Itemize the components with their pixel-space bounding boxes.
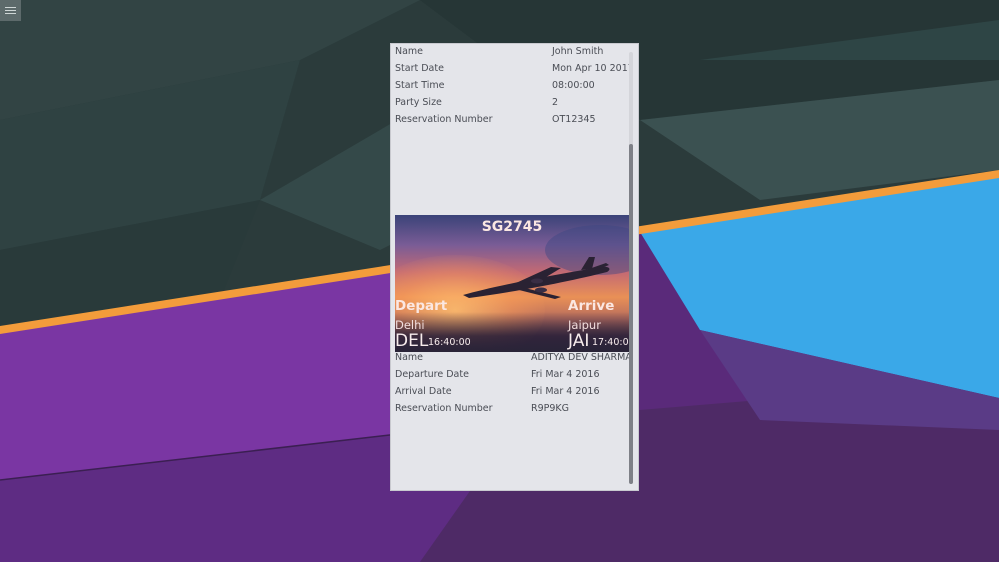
hamburger-menu-icon	[5, 6, 16, 15]
detail-label: Start Date	[395, 63, 444, 74]
arrive-time: 17:40:00	[592, 337, 629, 348]
detail-value: Mon Apr 10 2017	[552, 63, 634, 74]
arrive-airport-code: JAI	[568, 331, 590, 351]
detail-value: R9P9KG	[531, 403, 570, 414]
detail-value: Fri Mar 4 2016	[531, 369, 600, 380]
flight-ticket-banner: SG2745 Depart Arrive Delhi Jaipur DEL 16…	[395, 215, 629, 352]
detail-value: OT12345	[552, 114, 596, 125]
detail-value: 2	[552, 97, 559, 108]
detail-label: Departure Date	[395, 369, 469, 380]
detail-label: Name	[395, 352, 424, 363]
reservations-panel[interactable]: Name John Smith Start Date Mon Apr 10 20…	[390, 43, 639, 491]
depart-airport-code: DEL	[395, 331, 429, 351]
detail-label: Reservation Number	[395, 403, 493, 414]
flight-number: SG2745	[481, 219, 543, 235]
detail-value: 08:00:00	[552, 80, 595, 91]
depart-heading: Depart	[395, 298, 448, 314]
detail-value: ADITYA DEV SHARMA	[531, 352, 632, 363]
detail-label: Reservation Number	[395, 114, 493, 125]
depart-city: Delhi	[395, 318, 425, 332]
detail-label: Name	[395, 46, 424, 57]
detail-value: Fri Mar 4 2016	[531, 386, 600, 397]
arrive-city: Jaipur	[568, 318, 601, 332]
depart-time: 16:40:00	[428, 337, 471, 348]
application-menu-button[interactable]	[0, 0, 21, 21]
detail-label: Start Time	[395, 80, 445, 91]
detail-value: John Smith	[552, 46, 604, 57]
airplane-icon	[463, 257, 610, 299]
detail-label: Arrival Date	[395, 386, 452, 397]
vertical-scrollbar-thumb[interactable]	[629, 144, 633, 484]
detail-label: Party Size	[395, 97, 442, 108]
arrive-heading: Arrive	[568, 298, 615, 314]
